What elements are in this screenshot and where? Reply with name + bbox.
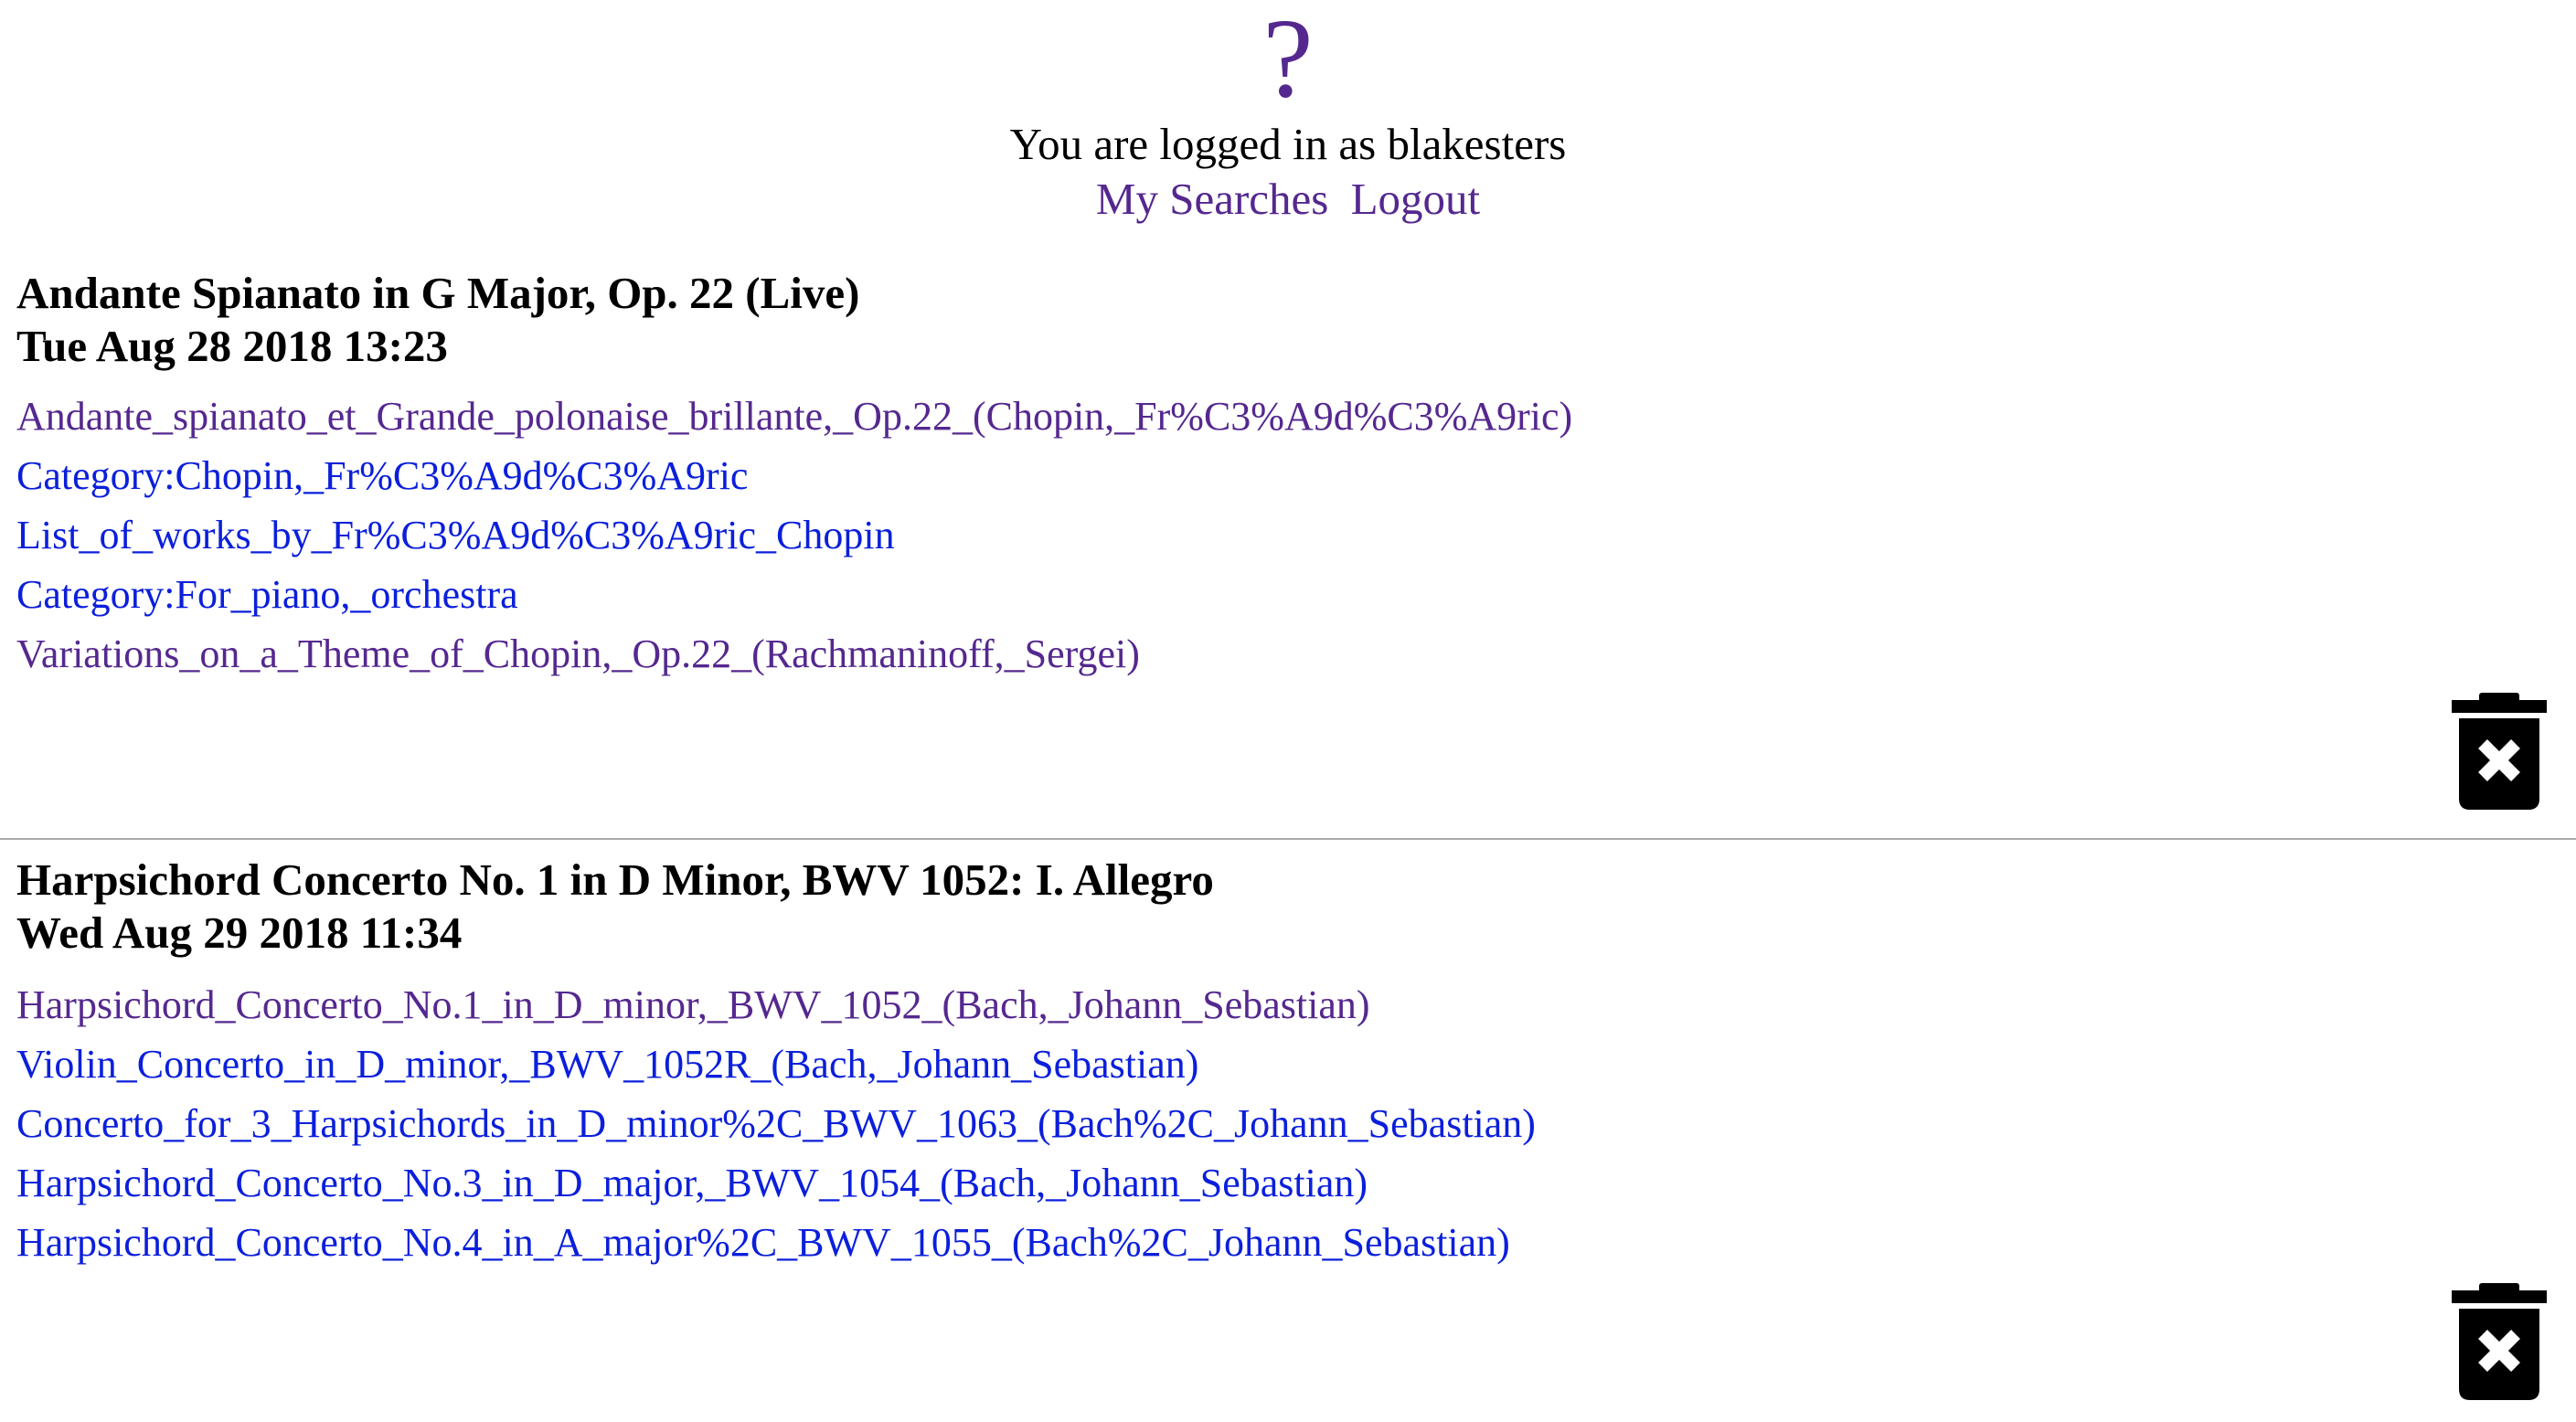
list-item: List_of_works_by_Fr%C3%A9d%C3%A9ric_Chop…: [16, 505, 1572, 565]
result-link[interactable]: Violin_Concerto_in_D_minor,_BWV_1052R_(B…: [16, 1042, 1198, 1087]
entry-title: Andante Spianato in G Major, Op. 22 (Liv…: [16, 268, 860, 318]
result-link[interactable]: List_of_works_by_Fr%C3%A9d%C3%A9ric_Chop…: [16, 513, 895, 557]
result-link[interactable]: Category:Chopin,_Fr%C3%A9d%C3%A9ric: [16, 453, 748, 498]
entry-title: Harpsichord Concerto No. 1 in D Minor, B…: [16, 854, 1214, 905]
trash-delete-icon[interactable]: [2452, 693, 2547, 810]
result-link[interactable]: Variations_on_a_Theme_of_Chopin,_Op.22_(…: [16, 631, 1140, 676]
trash-delete-icon[interactable]: [2452, 1283, 2547, 1400]
list-item: Category:Chopin,_Fr%C3%A9d%C3%A9ric: [16, 446, 1572, 505]
list-item: Violin_Concerto_in_D_minor,_BWV_1052R_(B…: [16, 1035, 1536, 1094]
login-status-text: You are logged in as blakesters: [1009, 119, 1567, 169]
list-item: Harpsichord_Concerto_No.4_in_A_major%2C_…: [16, 1213, 1536, 1272]
list-item: Harpsichord_Concerto_No.1_in_D_minor,_BW…: [16, 975, 1536, 1035]
entry-timestamp: Tue Aug 28 2018 13:23: [16, 321, 448, 371]
list-item: Concerto_for_3_Harpsichords_in_D_minor%2…: [16, 1094, 1536, 1153]
entry-heading: Andante Spianato in G Major, Op. 22 (Liv…: [16, 267, 859, 373]
result-link[interactable]: Harpsichord_Concerto_No.3_in_D_major,_BW…: [16, 1161, 1368, 1205]
result-link[interactable]: Concerto_for_3_Harpsichords_in_D_minor%2…: [16, 1101, 1536, 1146]
result-link[interactable]: Category:For_piano,_orchestra: [16, 572, 518, 617]
result-link[interactable]: Harpsichord_Concerto_No.4_in_A_major%2C_…: [16, 1220, 1510, 1265]
logout-link[interactable]: Logout: [1351, 174, 1481, 224]
list-item: Andante_spianato_et_Grande_polonaise_bri…: [16, 387, 1572, 446]
list-item: Variations_on_a_Theme_of_Chopin,_Op.22_(…: [16, 624, 1572, 684]
my-searches-link[interactable]: My Searches: [1096, 174, 1328, 224]
search-history-page: ? You are logged in as blakesters My Sea…: [0, 0, 2576, 1422]
list-item: Category:For_piano,_orchestra: [16, 565, 1572, 624]
entry-heading: Harpsichord Concerto No. 1 in D Minor, B…: [16, 854, 1214, 960]
entry-divider: [0, 838, 2576, 840]
list-item: Harpsichord_Concerto_No.3_in_D_major,_BW…: [16, 1153, 1536, 1213]
page-header: ? You are logged in as blakesters My Sea…: [0, 0, 2576, 227]
entry-link-list: Harpsichord_Concerto_No.1_in_D_minor,_BW…: [16, 975, 1536, 1272]
entry-link-list: Andante_spianato_et_Grande_polonaise_bri…: [16, 387, 1572, 684]
result-link[interactable]: Harpsichord_Concerto_No.1_in_D_minor,_BW…: [16, 982, 1370, 1027]
result-link[interactable]: Andante_spianato_et_Grande_polonaise_bri…: [16, 394, 1572, 439]
entry-timestamp: Wed Aug 29 2018 11:34: [16, 907, 463, 958]
help-icon[interactable]: ?: [0, 2, 2576, 115]
header-links: My Searches Logout: [0, 172, 2576, 227]
